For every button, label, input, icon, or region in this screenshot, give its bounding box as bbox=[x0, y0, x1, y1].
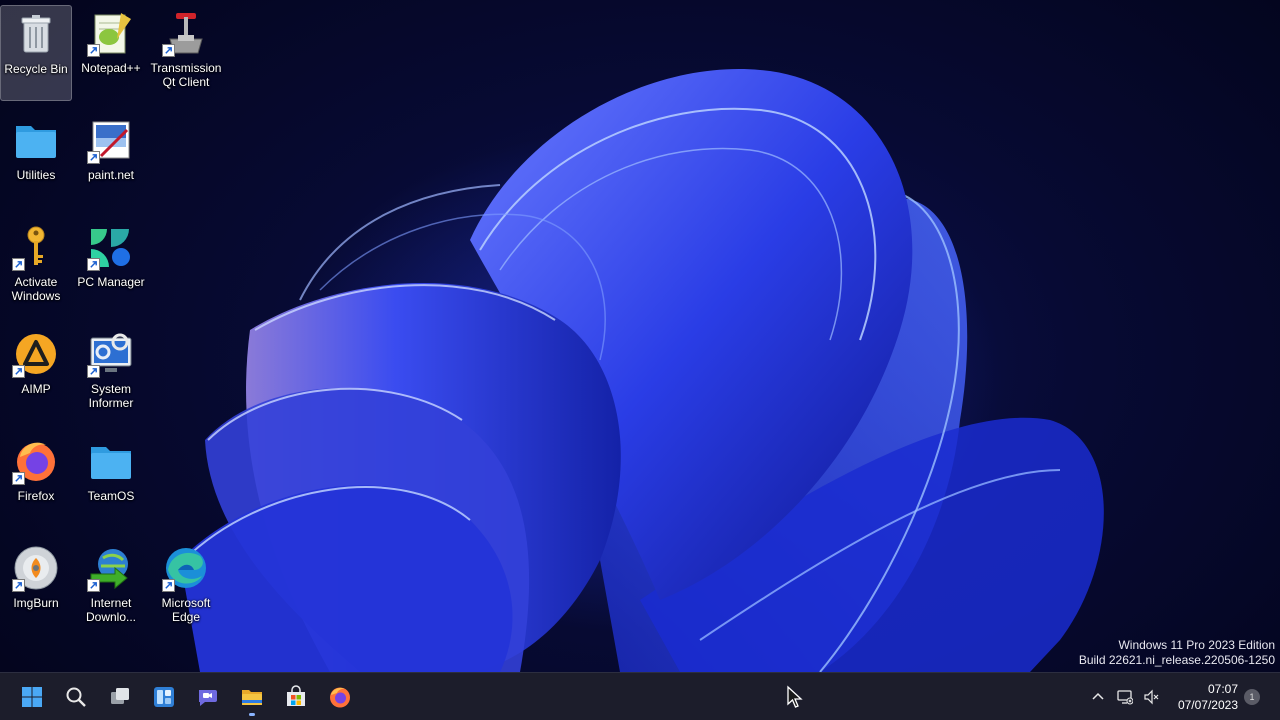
folder-icon bbox=[12, 116, 60, 164]
firefox-icon bbox=[12, 437, 60, 485]
folder-icon bbox=[87, 437, 135, 485]
taskbar: 07:07 07/07/2023 1 bbox=[0, 672, 1280, 720]
desktop-icon-system-informer[interactable]: System Informer bbox=[75, 326, 147, 422]
shortcut-arrow-icon bbox=[12, 472, 25, 485]
desktop-icon-imgburn[interactable]: ImgBurn bbox=[0, 540, 72, 636]
notepad-plus-plus-icon bbox=[87, 9, 135, 57]
volume-button[interactable] bbox=[1139, 685, 1163, 709]
desktop-icon-notepad-plus-plus[interactable]: Notepad++ bbox=[75, 5, 147, 101]
volume-muted-icon bbox=[1144, 689, 1159, 705]
desktop-icon-recycle-bin[interactable]: Recycle Bin bbox=[0, 5, 72, 101]
network-disconnected-icon bbox=[1117, 690, 1133, 705]
clock-date: 07/07/2023 bbox=[1177, 698, 1238, 712]
mouse-cursor-icon bbox=[787, 685, 803, 708]
desktop-icon-pc-manager[interactable]: PC Manager bbox=[75, 219, 147, 315]
taskbar-clock[interactable]: 07:07 07/07/2023 bbox=[1178, 681, 1238, 713]
recycle-bin-icon bbox=[12, 10, 60, 58]
show-hidden-icons-button[interactable] bbox=[1086, 685, 1110, 709]
desktop-icon-label: System Informer bbox=[88, 382, 134, 410]
pc-manager-icon bbox=[87, 223, 135, 271]
widgets-icon bbox=[154, 687, 174, 707]
shortcut-arrow-icon bbox=[87, 579, 100, 592]
shortcut-arrow-icon bbox=[87, 258, 100, 271]
chevron-up-icon bbox=[1092, 692, 1104, 700]
shortcut-arrow-icon bbox=[12, 579, 25, 592]
file-explorer-button[interactable] bbox=[232, 677, 272, 717]
desktop-icon-utilities[interactable]: Utilities bbox=[0, 112, 72, 208]
widgets-button[interactable] bbox=[144, 677, 184, 717]
start-button[interactable] bbox=[12, 677, 52, 717]
desktop-icon-label: Activate Windows bbox=[11, 275, 61, 303]
watermark-edition: Windows 11 Pro 2023 Edition bbox=[1118, 638, 1275, 652]
edge-icon bbox=[162, 544, 210, 592]
running-indicator bbox=[249, 713, 255, 716]
desktop-icon-label: Internet Downlo... bbox=[85, 596, 137, 624]
desktop-icon-microsoft-edge[interactable]: Microsoft Edge bbox=[150, 540, 222, 636]
shortcut-arrow-icon bbox=[12, 365, 25, 378]
task-view-icon bbox=[111, 688, 129, 704]
notification-count-badge: 1 bbox=[1249, 692, 1255, 702]
search-button[interactable] bbox=[56, 677, 96, 717]
desktop-icon-label: Transmission Qt Client bbox=[150, 61, 222, 89]
firefox-taskbar-button[interactable] bbox=[320, 677, 360, 717]
desktop-icon-label: Notepad++ bbox=[81, 61, 141, 75]
desktop-icon-label: paint.net bbox=[87, 168, 135, 182]
desktop-icon-label: TeamOS bbox=[87, 489, 135, 503]
desktop-icon-label: Utilities bbox=[16, 168, 56, 182]
desktop-icon-transmission[interactable]: Transmission Qt Client bbox=[150, 5, 222, 101]
file-explorer-icon bbox=[242, 690, 262, 705]
windows-logo-icon bbox=[22, 687, 42, 707]
store-icon bbox=[287, 685, 305, 706]
desktop-icon-activate-windows[interactable]: Activate Windows bbox=[0, 219, 72, 315]
clock-time: 07:07 bbox=[1207, 682, 1238, 696]
desktop-icon-label: Recycle Bin bbox=[4, 62, 68, 76]
desktop-icon-paint-net[interactable]: paint.net bbox=[75, 112, 147, 208]
network-status-button[interactable] bbox=[1113, 685, 1137, 709]
internet-download-manager-icon bbox=[87, 544, 135, 592]
desktop-icon-internet-download-manager[interactable]: Internet Downlo... bbox=[75, 540, 147, 636]
teams-chat-button[interactable] bbox=[188, 677, 228, 717]
desktop[interactable]: Recycle Bin Utilities Activate Windows A… bbox=[0, 0, 1280, 672]
firefox-icon bbox=[330, 687, 350, 708]
desktop-icon-label: PC Manager bbox=[77, 275, 145, 289]
desktop-icon-label: ImgBurn bbox=[13, 596, 59, 610]
search-icon bbox=[66, 687, 86, 707]
shortcut-arrow-icon bbox=[87, 44, 100, 57]
desktop-icon-label: Microsoft Edge bbox=[161, 596, 211, 624]
windows-build-watermark: Windows 11 Pro 2023 Edition Build 22621.… bbox=[1079, 638, 1275, 668]
watermark-build: Build 22621.ni_release.220506-1250 bbox=[1078, 653, 1275, 667]
imgburn-icon bbox=[12, 544, 60, 592]
notification-center-button[interactable]: 1 bbox=[1244, 689, 1260, 705]
teams-chat-icon bbox=[199, 690, 217, 706]
shortcut-arrow-icon bbox=[12, 258, 25, 271]
paint-net-icon bbox=[87, 116, 135, 164]
desktop-icon-aimp[interactable]: AIMP bbox=[0, 326, 72, 422]
desktop-icon-label: Firefox bbox=[17, 489, 55, 503]
key-icon bbox=[12, 223, 60, 271]
shortcut-arrow-icon bbox=[162, 44, 175, 57]
shortcut-arrow-icon bbox=[162, 579, 175, 592]
shortcut-arrow-icon bbox=[87, 365, 100, 378]
microsoft-store-button[interactable] bbox=[276, 677, 316, 717]
desktop-icon-firefox[interactable]: Firefox bbox=[0, 433, 72, 529]
system-informer-icon bbox=[87, 330, 135, 378]
task-view-button[interactable] bbox=[100, 677, 140, 717]
transmission-icon bbox=[162, 9, 210, 57]
shortcut-arrow-icon bbox=[87, 151, 100, 164]
aimp-icon bbox=[12, 330, 60, 378]
desktop-icon-label: AIMP bbox=[21, 382, 51, 396]
desktop-icon-teamos[interactable]: TeamOS bbox=[75, 433, 147, 529]
